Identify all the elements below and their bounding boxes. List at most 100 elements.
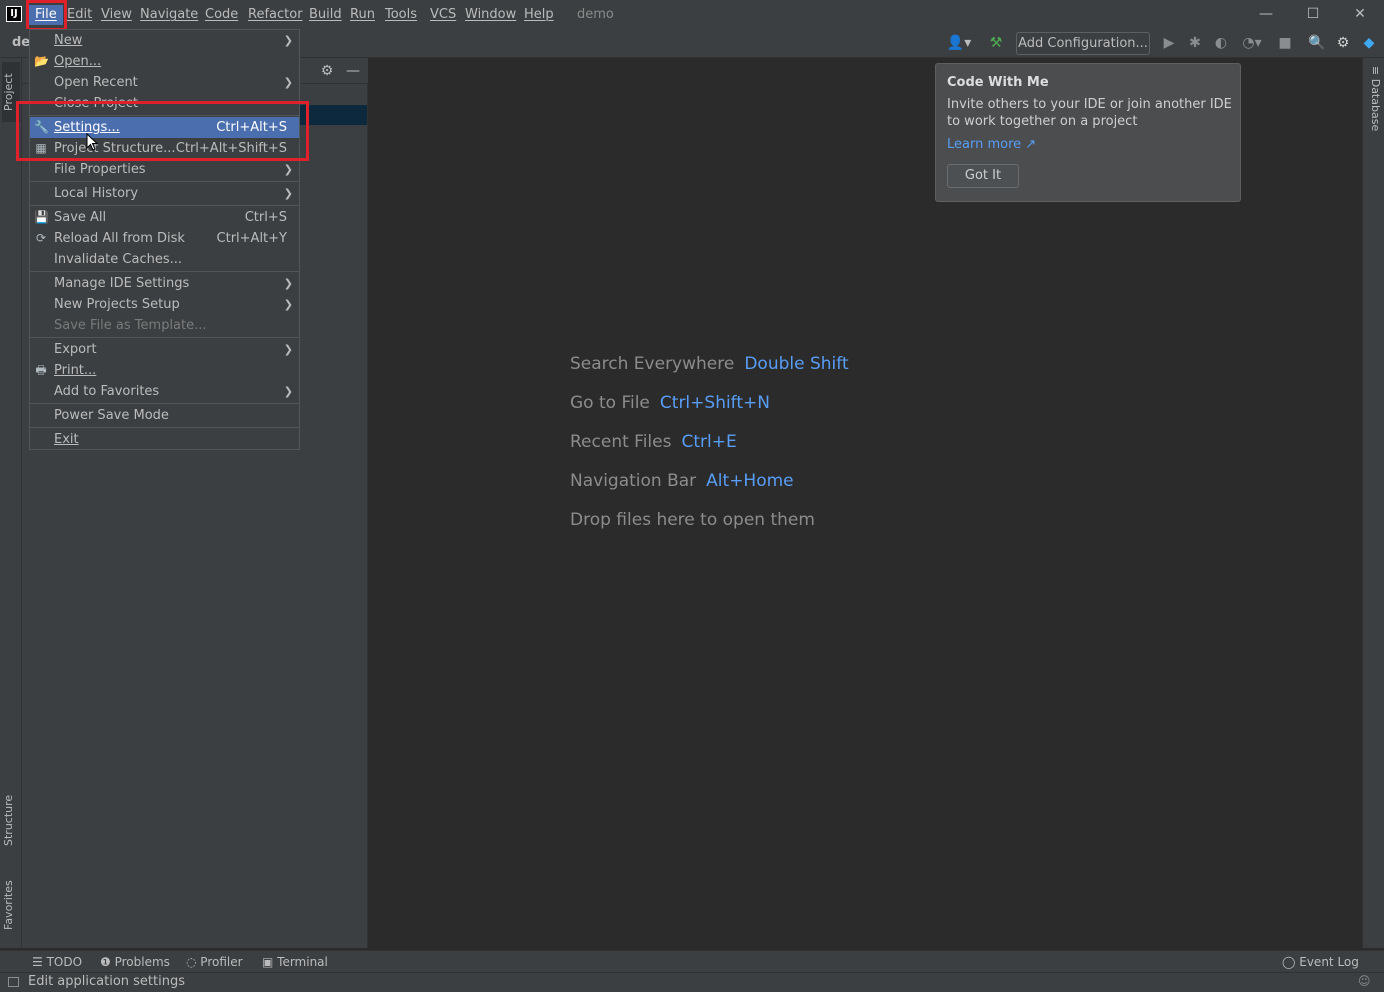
hint-search-everywhere: Search Everywhere Double Shift (570, 354, 849, 374)
terminal-icon: ▣ (262, 955, 278, 969)
mouse-cursor-icon (86, 133, 98, 151)
window-title: demo (577, 7, 614, 22)
popup-title: Code With Me (947, 75, 1049, 90)
file-menu-dropdown: New ❯ 📂 Open... Open Recent ❯ Close Project… (29, 29, 300, 450)
tab-problems[interactable]: ❶ Problems (100, 953, 170, 971)
tab-terminal[interactable]: ▣ Terminal (262, 953, 328, 971)
menu-item-local-history[interactable]: Local History ❯ (30, 183, 299, 204)
popup-body: Invite others to your IDE or join anothe… (947, 97, 1232, 129)
menu-separator (30, 403, 299, 404)
chevron-right-icon: ❯ (283, 34, 293, 47)
menu-item-open-recent[interactable]: Open Recent ❯ (30, 72, 299, 93)
coverage-icon[interactable]: ◐ (1212, 34, 1230, 52)
settings-gear-icon[interactable]: ⚙ (1334, 34, 1352, 52)
debug-icon[interactable]: ✱ (1186, 34, 1204, 52)
menu-help[interactable]: Help (524, 5, 554, 25)
menu-build[interactable]: Build (309, 5, 342, 25)
menu-item-open[interactable]: 📂 Open... (30, 51, 299, 72)
menu-item-print[interactable]: 🖶 Print... (30, 360, 299, 381)
menu-item-save-all[interactable]: 💾 Save All Ctrl+S (30, 207, 299, 228)
breadcrumb[interactable]: de (12, 35, 30, 50)
notifications-icon[interactable]: ☺ (1358, 974, 1371, 988)
hint-recent-files: Recent Files Ctrl+E (570, 432, 737, 452)
chevron-right-icon: ❯ (283, 76, 293, 89)
menu-separator (30, 427, 299, 428)
tab-structure[interactable]: Structure (2, 785, 20, 855)
print-icon: 🖶 (35, 363, 47, 377)
chevron-right-icon: ❯ (283, 343, 293, 356)
menu-navigate[interactable]: Navigate (140, 5, 198, 25)
menu-run[interactable]: Run (350, 5, 375, 25)
got-it-button[interactable]: Got It (947, 164, 1019, 188)
highlight-settings-items (16, 101, 309, 161)
menu-item-export[interactable]: Export ❯ (30, 339, 299, 360)
menu-refactor[interactable]: Refactor (248, 5, 303, 25)
hint-key: Alt+Home (706, 471, 794, 491)
panel-gear-icon[interactable]: ⚙ (318, 62, 336, 80)
tab-database[interactable]: ≡ Database (1364, 66, 1382, 136)
hint-navigation-bar: Navigation Bar Alt+Home (570, 471, 794, 491)
menu-item-invalidate-caches[interactable]: Invalidate Caches... (30, 249, 299, 270)
chevron-right-icon: ❯ (283, 277, 293, 290)
tab-todo[interactable]: ☰ TODO (32, 953, 82, 971)
maximize-icon[interactable]: ☐ (1293, 4, 1333, 24)
hint-key: Ctrl+E (681, 432, 737, 452)
menu-item-power-save-mode[interactable]: Power Save Mode (30, 405, 299, 426)
search-icon[interactable]: 🔍 (1308, 34, 1326, 52)
menu-vcs[interactable]: VCS (430, 5, 456, 25)
menu-item-reload-all[interactable]: ⟳ Reload All from Disk Ctrl+Alt+Y (30, 228, 299, 249)
menu-item-exit[interactable]: Exit (30, 429, 299, 450)
menu-item-save-file-as-template: Save File as Template... (54, 318, 207, 333)
menu-separator (30, 205, 299, 206)
stop-icon[interactable]: ■ (1276, 34, 1294, 52)
event-log-icon: ◯ (1282, 955, 1300, 969)
info-icon: ❶ (100, 955, 115, 969)
menu-separator (30, 271, 299, 272)
reload-icon: ⟳ (35, 231, 47, 245)
profile-dropdown-icon[interactable]: ◔▾ (1238, 34, 1266, 52)
menu-window[interactable]: Window (465, 5, 516, 25)
chevron-right-icon: ❯ (283, 298, 293, 311)
status-bar (0, 972, 1384, 992)
hint-key: Ctrl+Shift+N (659, 393, 770, 413)
tab-profiler[interactable]: ◌ Profiler (186, 953, 243, 971)
database-icon: ≡ (1369, 66, 1382, 79)
user-dropdown-icon[interactable]: 👤▾ (946, 34, 972, 52)
menu-tools[interactable]: Tools (385, 5, 417, 25)
menu-separator (30, 181, 299, 182)
tab-favorites[interactable]: Favorites (2, 870, 20, 940)
learn-more-link[interactable]: Learn more ↗ (947, 137, 1036, 152)
right-tool-stripe (1362, 58, 1384, 948)
menu-item-add-to-favorites[interactable]: Add to Favorites ❯ (30, 381, 299, 402)
status-text: Edit application settings (28, 974, 185, 989)
menu-code[interactable]: Code (205, 5, 238, 25)
menu-item-new-projects-setup[interactable]: New Projects Setup ❯ (30, 294, 299, 315)
run-icon[interactable]: ▶ (1160, 34, 1178, 52)
menu-separator (30, 337, 299, 338)
tab-event-log[interactable]: ◯ Event Log (1282, 953, 1359, 971)
menu-edit[interactable]: Edit (67, 5, 92, 25)
close-icon[interactable]: ✕ (1340, 4, 1380, 24)
panel-hide-icon[interactable]: — (344, 62, 362, 80)
project-tree-selected-row[interactable] (300, 105, 367, 125)
toggle-tool-windows-icon[interactable] (8, 977, 19, 987)
hint-go-to-file: Go to File Ctrl+Shift+N (570, 393, 770, 413)
menu-item-file-properties[interactable]: File Properties ❯ (30, 159, 299, 180)
chevron-right-icon: ❯ (283, 187, 293, 200)
profiler-icon: ◌ (186, 955, 201, 969)
menu-item-manage-ide-settings[interactable]: Manage IDE Settings ❯ (30, 273, 299, 294)
chevron-right-icon: ❯ (283, 163, 293, 176)
list-icon: ☰ (32, 955, 47, 969)
menu-view[interactable]: View (101, 5, 132, 25)
intellij-logo-icon: IJ (6, 6, 22, 22)
add-configuration-button[interactable]: Add Configuration... (1016, 32, 1150, 55)
minimize-icon[interactable]: — (1246, 4, 1286, 24)
build-hammer-icon[interactable]: ⚒ (987, 34, 1005, 52)
menu-item-new[interactable]: New ❯ (30, 30, 299, 51)
highlight-file-menu (26, 0, 67, 31)
hint-drop-files: Drop files here to open them (570, 510, 815, 530)
folder-open-icon: 📂 (34, 54, 49, 68)
code-with-me-icon[interactable]: ◆ (1360, 34, 1378, 52)
save-icon: 💾 (34, 210, 49, 224)
hint-key: Double Shift (744, 354, 849, 374)
